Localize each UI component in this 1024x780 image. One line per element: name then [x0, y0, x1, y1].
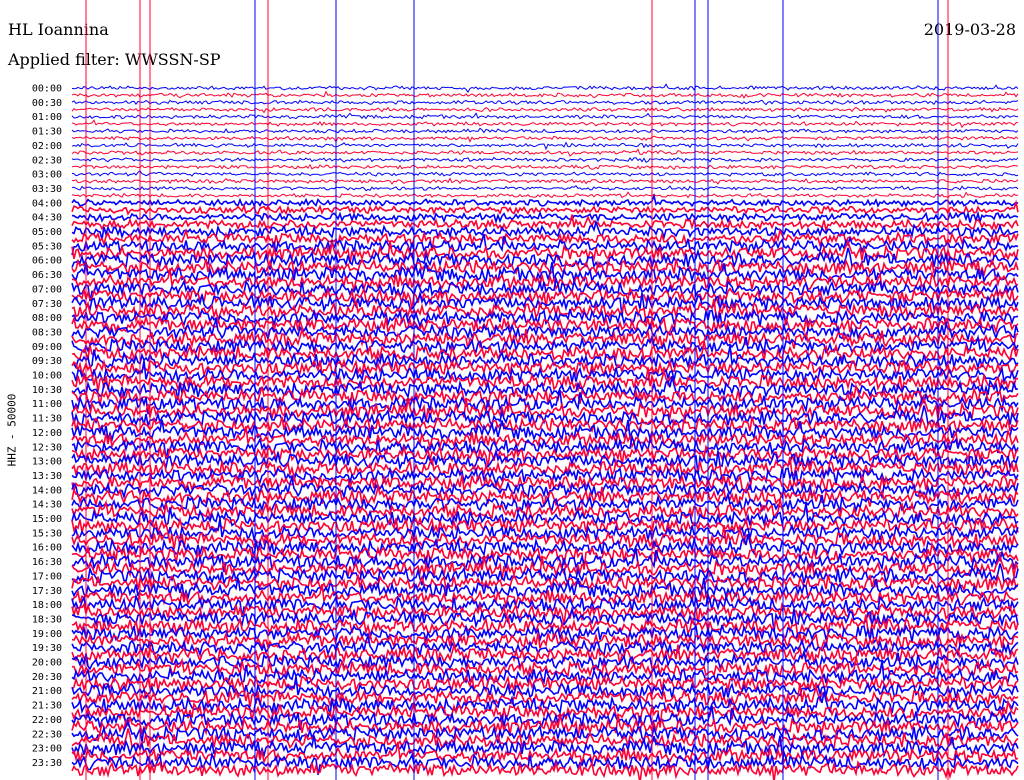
tick-label: 19:00: [32, 629, 62, 640]
trace-line: [71, 135, 1019, 143]
tick-label: 12:30: [32, 442, 62, 453]
tick-label: 17:00: [32, 571, 62, 582]
tick-label: 09:30: [32, 356, 62, 367]
tick-label: 19:30: [32, 643, 62, 654]
seismogram-plot: 00:00 00:30 01:00 01:30 02:00 02:30 03:00 03:30…: [32, 0, 1019, 780]
tick-label: 07:30: [32, 299, 62, 310]
tick-label: 14:00: [32, 485, 62, 496]
tick-label: 11:00: [32, 399, 62, 410]
tick-label: 12:00: [32, 428, 62, 439]
tick-label: 22:00: [32, 715, 62, 726]
tick-label: 06:00: [32, 256, 62, 267]
tick-label: 10:30: [32, 385, 62, 396]
trace-line: [71, 99, 1019, 106]
tick-label: 00:00: [32, 84, 62, 95]
tick-label: 14:30: [32, 500, 62, 511]
tick-label: 15:30: [32, 528, 62, 539]
trace-line: [71, 156, 1019, 163]
trace-line: [71, 316, 1019, 343]
tick-label: 08:00: [32, 313, 62, 324]
tick-label: 05:00: [32, 227, 62, 238]
tick-label: 15:00: [32, 514, 62, 525]
trace-lines: [71, 83, 1019, 780]
trace-line: [71, 112, 1019, 120]
trace-line: [71, 90, 1019, 99]
tick-label: 03:30: [32, 184, 62, 195]
tick-label: 04:00: [32, 198, 62, 209]
trace-line: [71, 170, 1019, 177]
tick-label: 18:30: [32, 614, 62, 625]
tick-label: 16:00: [32, 543, 62, 554]
trace-line: [71, 127, 1019, 134]
trace-line: [71, 163, 1018, 171]
tick-label: 08:30: [32, 327, 62, 338]
tick-label: 22:30: [32, 729, 62, 740]
tick-label: 21:00: [32, 686, 62, 697]
tick-label: 07:00: [32, 284, 62, 295]
trace-line: [71, 191, 1019, 199]
trace-line: [71, 141, 1019, 151]
tick-label: 11:30: [32, 414, 62, 425]
tick-label: 17:30: [32, 586, 62, 597]
tick-label: 13:00: [32, 457, 62, 468]
tick-label: 02:30: [32, 155, 62, 166]
tick-label: 13:30: [32, 471, 62, 482]
tick-label: 06:30: [32, 270, 62, 281]
trace-line: [71, 83, 1019, 94]
tick-label: 23:00: [32, 744, 62, 755]
tick-label: 23:30: [32, 758, 62, 769]
trace-line: [71, 193, 1019, 208]
tick-label: 04:30: [32, 213, 62, 224]
tick-label: 01:00: [32, 112, 62, 123]
tick-label: 10:00: [32, 371, 62, 382]
tick-label: 20:00: [32, 658, 62, 669]
trace-line: [71, 444, 1019, 468]
trace-line: [72, 184, 1019, 192]
tick-label: 00:30: [32, 98, 62, 109]
tick-label: 16:30: [32, 557, 62, 568]
tick-label: 01:30: [32, 127, 62, 138]
tick-label: 18:00: [32, 600, 62, 611]
tick-labels: 00:00 00:30 01:00 01:30 02:00 02:30 03:00 03:30…: [32, 84, 62, 769]
trace-line: [71, 148, 1019, 157]
trace-line: [71, 177, 1019, 185]
tick-label: 09:00: [32, 342, 62, 353]
tick-label: 03:00: [32, 170, 62, 181]
tick-label: 02:00: [32, 141, 62, 152]
trace-line: [71, 119, 1019, 129]
tick-label: 20:30: [32, 672, 62, 683]
trace-line: [71, 106, 1019, 114]
tick-label: 21:30: [32, 701, 62, 712]
tick-label: 05:30: [32, 241, 62, 252]
